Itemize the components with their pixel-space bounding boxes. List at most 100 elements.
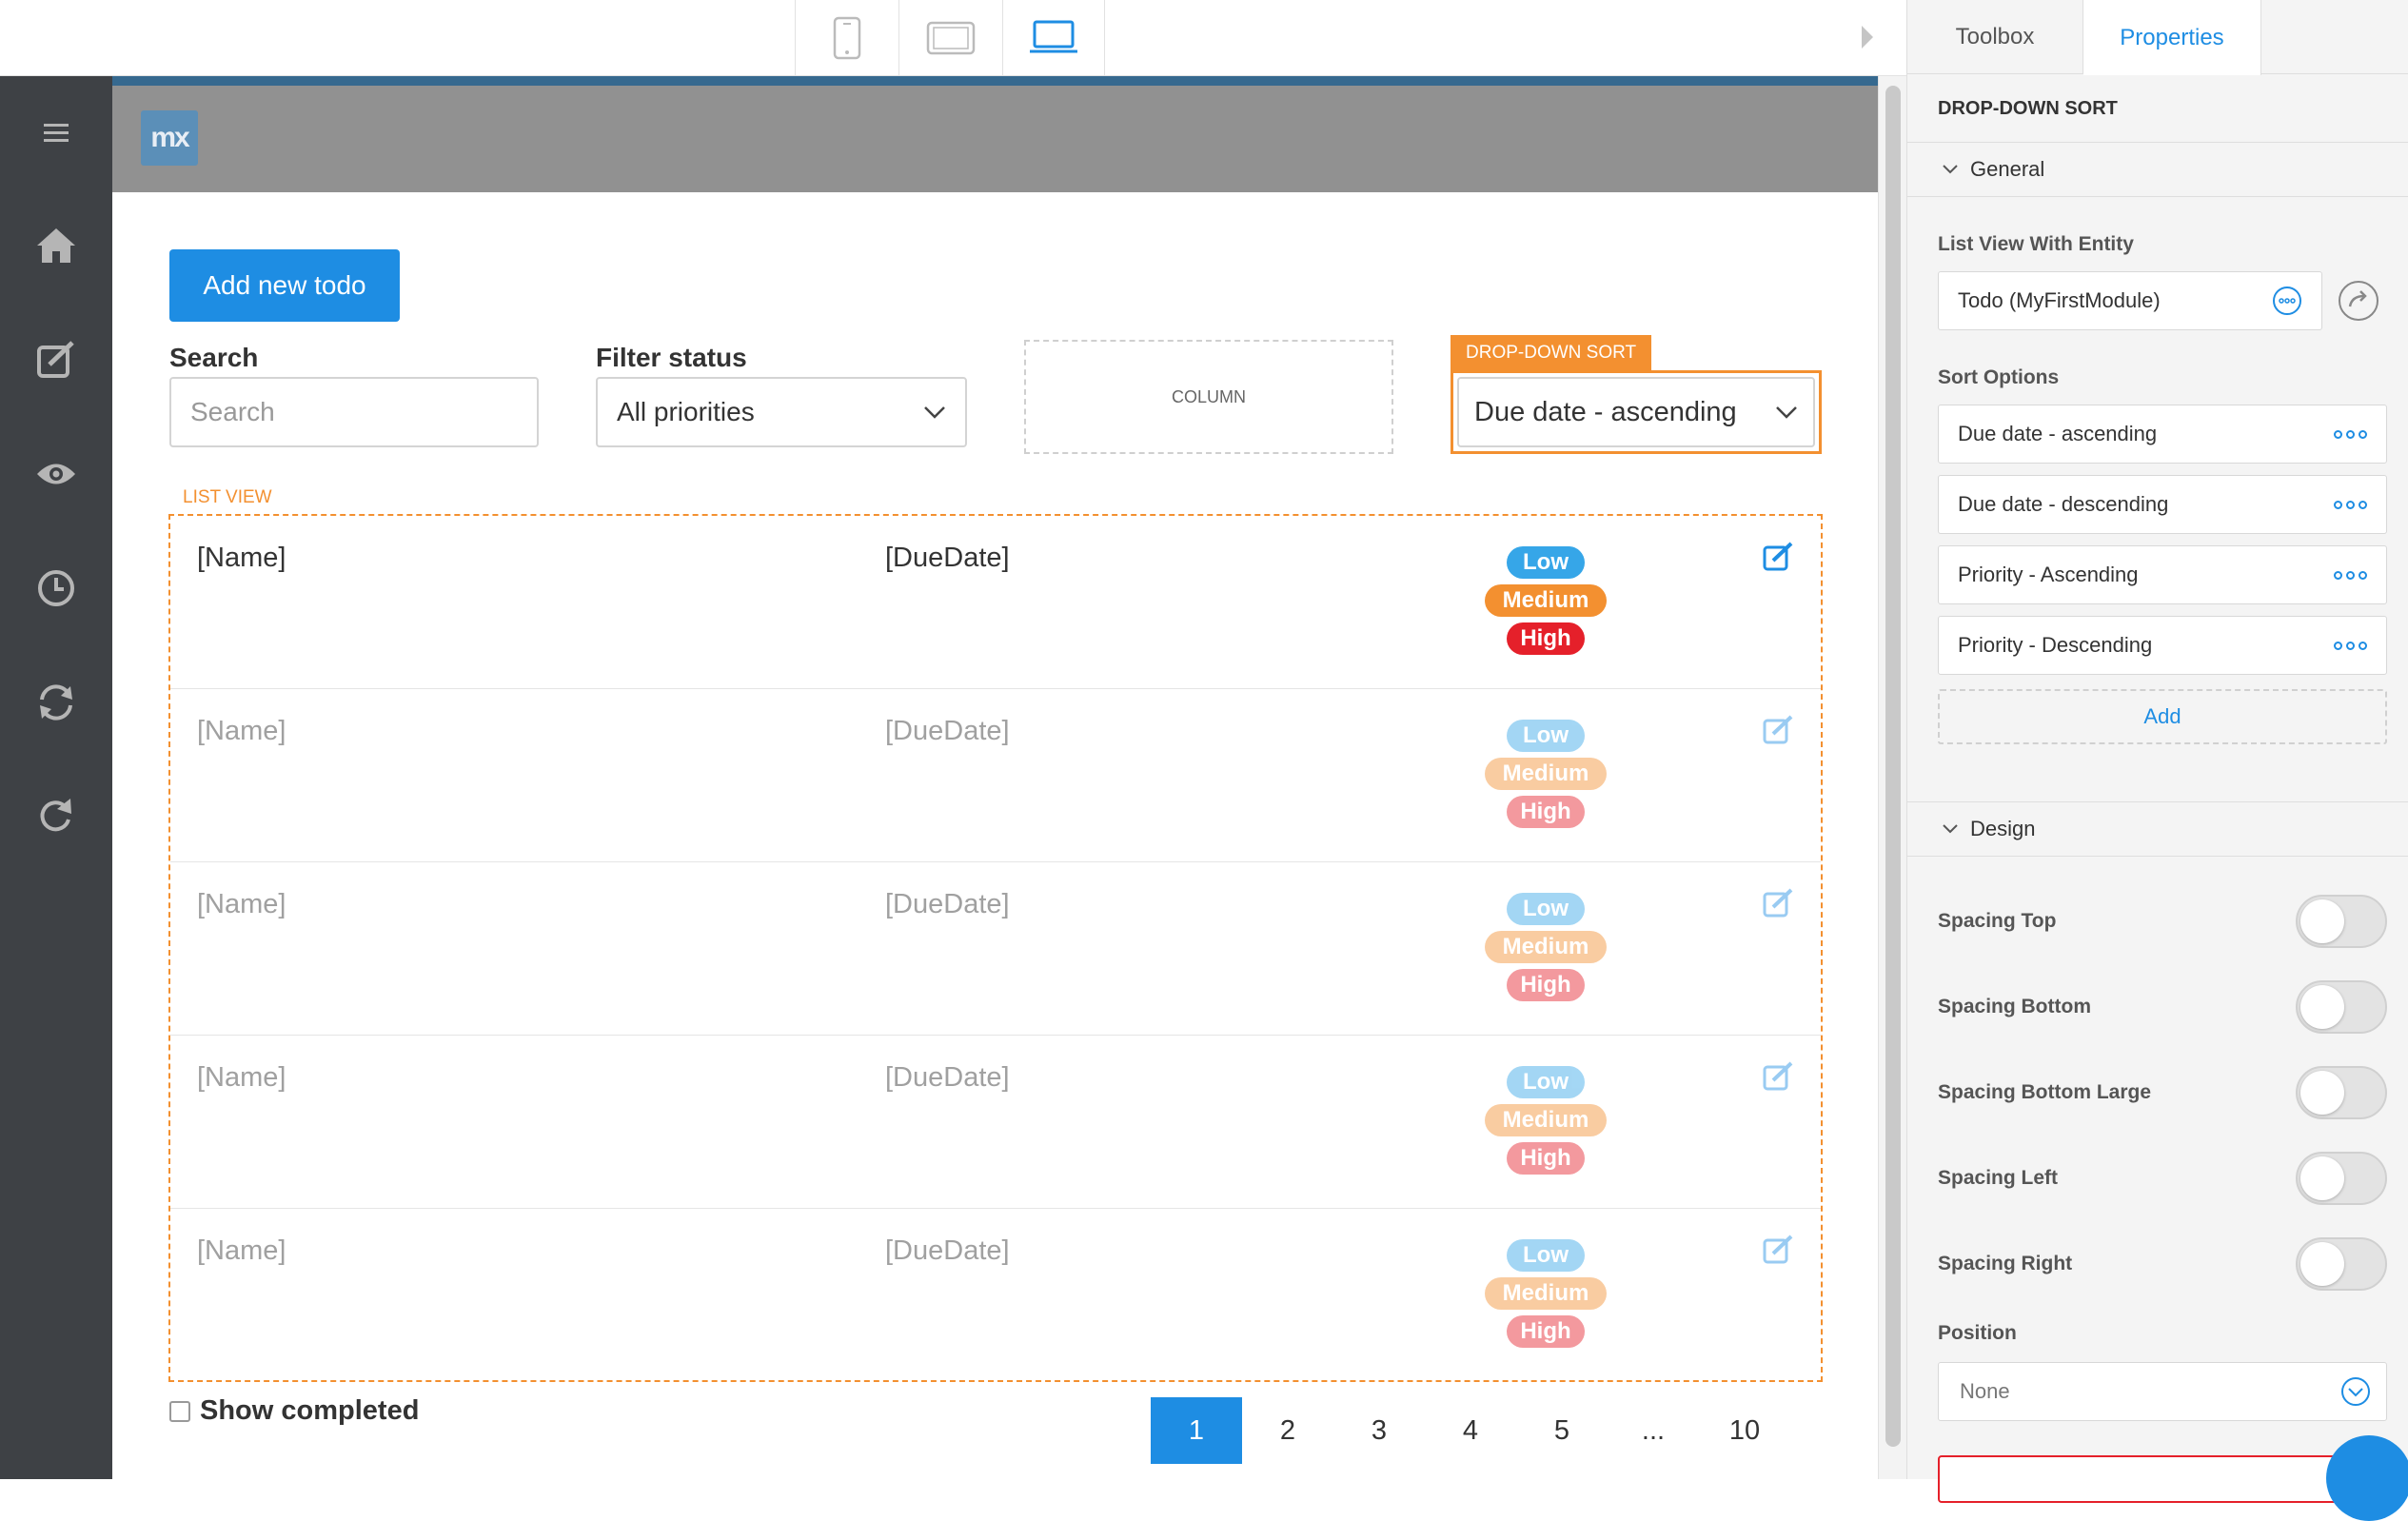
item-name: [Name] bbox=[197, 543, 286, 573]
sort-option-label: Priority - Descending bbox=[1958, 633, 2153, 657]
item-due-date: [DueDate] bbox=[885, 889, 1010, 919]
refresh-icon[interactable] bbox=[0, 779, 112, 855]
spacing-bottom-toggle[interactable] bbox=[2296, 980, 2387, 1034]
list-view[interactable]: [Name] [DueDate] Low Medium High [Name] … bbox=[168, 514, 1823, 1382]
dropdown-sort-value: Due date - ascending bbox=[1474, 396, 1737, 427]
edit-icon[interactable] bbox=[1762, 541, 1794, 573]
page-button-4[interactable]: 4 bbox=[1425, 1397, 1516, 1464]
scroll-thumb[interactable] bbox=[1885, 86, 1901, 1447]
eye-icon[interactable] bbox=[0, 436, 112, 512]
sort-option-item[interactable]: Due date - ascending bbox=[1938, 405, 2387, 464]
go-to-entity-icon[interactable] bbox=[2338, 280, 2379, 322]
general-section-header[interactable]: General bbox=[1907, 142, 2408, 197]
list-item[interactable]: [Name] [DueDate] Low Medium High bbox=[170, 862, 1821, 1036]
list-view-tag: LIST VIEW bbox=[183, 487, 272, 507]
chevron-down-circle-icon bbox=[2341, 1377, 2370, 1406]
high-badge: High bbox=[1507, 969, 1585, 1001]
pagination: 1 2 3 4 5 ... 10 bbox=[1151, 1397, 1790, 1466]
add-sort-option-button[interactable]: Add bbox=[1938, 689, 2387, 744]
page-button-3[interactable]: 3 bbox=[1333, 1397, 1425, 1464]
tab-toolbox[interactable]: Toolbox bbox=[1907, 0, 2083, 74]
sync-icon[interactable] bbox=[0, 664, 112, 741]
low-badge: Low bbox=[1507, 1239, 1585, 1272]
more-options-icon[interactable] bbox=[2272, 286, 2302, 316]
sort-options-label: Sort Options bbox=[1938, 366, 2060, 388]
checkbox-box[interactable] bbox=[169, 1400, 190, 1422]
spacing-left-toggle[interactable] bbox=[2296, 1152, 2387, 1205]
page-button-10[interactable]: 10 bbox=[1699, 1397, 1790, 1464]
menu-icon[interactable] bbox=[0, 95, 112, 171]
edit-icon[interactable] bbox=[1762, 1060, 1794, 1093]
page-button-1[interactable]: 1 bbox=[1151, 1397, 1242, 1464]
low-badge: Low bbox=[1507, 1066, 1585, 1098]
more-options-icon[interactable] bbox=[2334, 641, 2367, 650]
spacing-left-row: Spacing Left bbox=[1938, 1152, 2387, 1205]
dropdown-sort-widget[interactable]: Due date - ascending bbox=[1451, 370, 1822, 454]
page-ellipsis: ... bbox=[1641, 1414, 1666, 1446]
properties-panel: Toolbox Properties DROP-DOWN SORT Genera… bbox=[1906, 0, 2408, 1503]
chevron-down-icon bbox=[924, 406, 945, 419]
delete-button[interactable] bbox=[1938, 1455, 2387, 1503]
panel-body: DROP-DOWN SORT General List View With En… bbox=[1907, 75, 2408, 1503]
search-input[interactable] bbox=[169, 377, 539, 447]
list-item[interactable]: [Name] [DueDate] Low Medium High bbox=[170, 516, 1821, 689]
medium-badge: Medium bbox=[1485, 584, 1607, 617]
filter-status-value: All priorities bbox=[617, 397, 755, 426]
item-name: [Name] bbox=[197, 716, 286, 746]
spacing-bottom-label: Spacing Bottom bbox=[1938, 996, 2091, 1017]
spacing-top-label: Spacing Top bbox=[1938, 910, 2057, 932]
entity-label: List View With Entity bbox=[1938, 233, 2134, 255]
more-options-icon[interactable] bbox=[2334, 429, 2367, 439]
tab-properties[interactable]: Properties bbox=[2083, 0, 2261, 75]
panel-title: DROP-DOWN SORT bbox=[1938, 98, 2118, 119]
canvas-scrollbar[interactable] bbox=[1878, 76, 1906, 1479]
page-button-2[interactable]: 2 bbox=[1242, 1397, 1333, 1464]
spacing-bottom-large-toggle[interactable] bbox=[2296, 1066, 2387, 1119]
panel-tabs: Toolbox Properties bbox=[1907, 0, 2408, 75]
position-select[interactable]: None bbox=[1938, 1362, 2387, 1421]
tablet-view-button[interactable] bbox=[898, 0, 1001, 75]
entity-field[interactable]: Todo (MyFirstModule) bbox=[1938, 271, 2322, 330]
medium-badge: Medium bbox=[1485, 1104, 1607, 1136]
tablet-icon bbox=[926, 21, 975, 54]
edit-icon[interactable] bbox=[1762, 887, 1794, 919]
spacing-top-toggle[interactable] bbox=[2296, 895, 2387, 948]
list-item[interactable]: [Name] [DueDate] Low Medium High bbox=[170, 689, 1821, 862]
page-button-5[interactable]: 5 bbox=[1516, 1397, 1608, 1464]
sort-option-item[interactable]: Due date - descending bbox=[1938, 475, 2387, 534]
collapse-panel-icon[interactable] bbox=[1861, 25, 1874, 49]
low-badge: Low bbox=[1507, 546, 1585, 579]
dropdown-sort-select[interactable]: Due date - ascending bbox=[1457, 377, 1815, 447]
column-placeholder[interactable]: COLUMN bbox=[1024, 340, 1393, 454]
list-item[interactable]: [Name] [DueDate] Low Medium High bbox=[170, 1209, 1821, 1382]
home-icon[interactable] bbox=[0, 207, 112, 284]
priority-badges: Low Medium High bbox=[1484, 546, 1608, 661]
sort-option-item[interactable]: Priority - Descending bbox=[1938, 616, 2387, 675]
more-options-icon[interactable] bbox=[2334, 570, 2367, 580]
chevron-down-icon bbox=[1776, 406, 1797, 419]
help-chat-button[interactable] bbox=[2326, 1435, 2408, 1521]
desktop-view-button[interactable] bbox=[1002, 0, 1105, 75]
medium-badge: Medium bbox=[1485, 1277, 1607, 1310]
spacing-right-toggle[interactable] bbox=[2296, 1237, 2387, 1291]
design-section-header[interactable]: Design bbox=[1907, 801, 2408, 857]
spacing-bottom-large-label: Spacing Bottom Large bbox=[1938, 1081, 2152, 1103]
spacing-right-label: Spacing Right bbox=[1938, 1253, 2073, 1274]
list-item[interactable]: [Name] [DueDate] Low Medium High bbox=[170, 1036, 1821, 1209]
item-name: [Name] bbox=[197, 1062, 286, 1093]
edit-icon[interactable] bbox=[0, 322, 112, 398]
item-due-date: [DueDate] bbox=[885, 543, 1010, 573]
priority-badges: Low Medium High bbox=[1484, 1066, 1608, 1180]
entity-value: Todo (MyFirstModule) bbox=[1958, 288, 2161, 312]
more-options-icon[interactable] bbox=[2334, 500, 2367, 509]
clock-icon[interactable] bbox=[0, 550, 112, 626]
sort-option-item[interactable]: Priority - Ascending bbox=[1938, 545, 2387, 604]
edit-icon[interactable] bbox=[1762, 1234, 1794, 1266]
show-completed-checkbox[interactable]: Show completed bbox=[169, 1395, 419, 1427]
add-new-todo-button[interactable]: Add new todo bbox=[169, 249, 400, 322]
sort-option-label: Due date - descending bbox=[1958, 492, 2169, 516]
spacing-bottom-large-row: Spacing Bottom Large bbox=[1938, 1066, 2387, 1119]
phone-view-button[interactable] bbox=[795, 0, 898, 75]
edit-icon[interactable] bbox=[1762, 714, 1794, 746]
filter-status-select[interactable]: All priorities bbox=[596, 377, 967, 447]
